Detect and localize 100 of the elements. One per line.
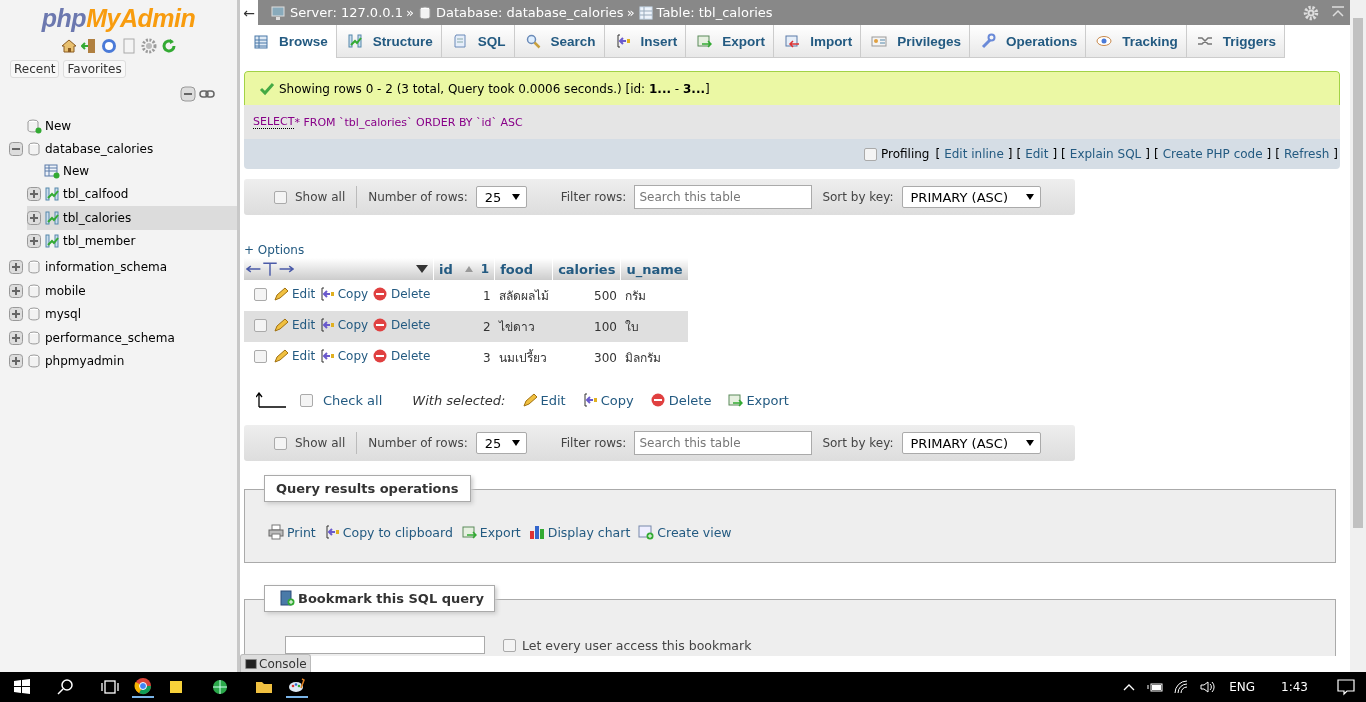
breadcrumb-link[interactable]: Database: database_calories <box>435 5 624 20</box>
tab[interactable]: Insert <box>604 25 687 58</box>
filter-field[interactable]: Search this table <box>634 185 813 209</box>
sql-keyword-link[interactable]: SELECT <box>253 115 295 129</box>
options-link[interactable]: + Options <box>244 243 305 257</box>
copy-icon <box>581 392 598 408</box>
tab[interactable]: SQL <box>441 25 515 58</box>
checkbox[interactable] <box>863 147 877 161</box>
rows-select[interactable]: 25 <box>475 432 527 454</box>
tab[interactable]: Privileges <box>861 25 970 58</box>
filter-field[interactable]: Search this table <box>634 431 813 455</box>
sidebar-button[interactable]: Recent <box>10 60 60 78</box>
link[interactable]: Explain SQL <box>1069 147 1142 161</box>
expand-icon[interactable] <box>9 330 23 345</box>
delete-icon <box>649 392 666 408</box>
collapse-icon[interactable] <box>9 142 23 157</box>
row-action-link[interactable]: Delete <box>371 348 431 364</box>
dropdown-icon[interactable] <box>416 265 428 273</box>
row-action-link[interactable]: Copy <box>318 348 369 364</box>
logo[interactable]: phpMyAdmin <box>41 4 196 32</box>
tree-item[interactable]: tbl_calfood <box>63 187 129 202</box>
tab[interactable]: Triggers <box>1186 25 1285 58</box>
tab[interactable]: Tracking <box>1086 25 1187 58</box>
sidebar-button[interactable]: Favorites <box>63 60 126 78</box>
expand-icon[interactable] <box>9 283 23 298</box>
settings-icon[interactable] <box>140 38 157 54</box>
rows-select[interactable]: 25 <box>475 186 527 208</box>
row-action-link[interactable]: Edit <box>272 348 316 364</box>
console-tab[interactable]: Console <box>240 654 311 672</box>
scrollbar[interactable] <box>1350 0 1366 672</box>
checkbox[interactable] <box>254 318 267 332</box>
column-header[interactable]: calories <box>552 258 621 280</box>
link[interactable]: Create PHP code <box>1162 147 1263 161</box>
expand-icon[interactable] <box>9 307 23 322</box>
palette-icon[interactable] <box>286 676 308 698</box>
link[interactable]: Edit inline <box>944 147 1004 161</box>
operation-link[interactable]: Create view <box>638 524 732 540</box>
row-action-link[interactable]: Copy <box>318 286 369 302</box>
speaker-icon[interactable] <box>1199 679 1216 695</box>
tree-item[interactable]: New <box>45 118 72 133</box>
expand-icon[interactable] <box>27 187 41 202</box>
tree-item[interactable]: phpmyadmin <box>45 354 125 369</box>
tree-item[interactable]: New <box>63 163 90 178</box>
bulk-action-button[interactable]: Edit <box>521 392 566 408</box>
checkbox[interactable] <box>254 287 267 301</box>
language-indicator[interactable]: ENG <box>1229 680 1256 694</box>
tree-item[interactable]: performance_schema <box>45 330 175 345</box>
bulk-action-button[interactable]: Export <box>727 392 789 408</box>
expand-icon[interactable] <box>27 234 41 249</box>
collapse-icon[interactable] <box>180 86 196 102</box>
breadcrumb-link[interactable]: Table: tbl_calories <box>656 5 773 20</box>
breadcrumb-link[interactable]: Server: 127.0.0.1 <box>290 5 403 20</box>
bookmark-label-field[interactable] <box>285 636 485 654</box>
column-arrows-icon[interactable] <box>246 261 294 277</box>
copy-icon <box>323 524 340 540</box>
tab[interactable]: Search <box>514 25 605 58</box>
tree-item[interactable]: information_schema <box>45 260 168 274</box>
operation-link[interactable]: Print <box>268 524 316 540</box>
tree-item[interactable]: mysql <box>45 307 81 322</box>
link[interactable]: Edit <box>1025 147 1049 161</box>
clock[interactable]: 1:43 <box>1281 680 1308 694</box>
column-header[interactable]: id 1 <box>433 258 495 280</box>
row-action-link[interactable]: Edit <box>272 286 316 302</box>
tab[interactable]: Operations <box>969 25 1087 58</box>
sort-label: Sort by key: <box>822 436 894 450</box>
column-header[interactable]: u_name <box>620 258 689 280</box>
check-all-link[interactable]: Check all <box>323 392 383 408</box>
reload-icon[interactable] <box>160 38 177 54</box>
back-button[interactable]: ← <box>240 0 258 25</box>
checkbox[interactable] <box>503 638 516 652</box>
expand-icon[interactable] <box>9 260 23 274</box>
checkbox[interactable] <box>254 349 267 363</box>
browser-icon[interactable] <box>132 676 154 698</box>
tree-item[interactable]: database_calories <box>45 142 154 157</box>
bulk-action-button[interactable]: Delete <box>649 392 712 408</box>
operation-link[interactable]: Export <box>460 524 521 540</box>
checkbox[interactable] <box>274 190 287 204</box>
expand-icon[interactable] <box>27 210 41 225</box>
checkbox[interactable] <box>300 393 313 407</box>
bulk-action-button[interactable]: Copy <box>581 392 634 408</box>
logout-icon[interactable] <box>80 38 97 54</box>
tree-item[interactable]: mobile <box>45 283 86 298</box>
expand-icon[interactable] <box>9 354 23 369</box>
sort-select[interactable]: PRIMARY (ASC) <box>901 432 1041 454</box>
help-icon[interactable] <box>100 38 117 54</box>
operation-link[interactable]: Copy to clipboard <box>323 524 453 540</box>
tab[interactable]: Structure <box>336 25 442 58</box>
home-icon[interactable] <box>60 38 77 54</box>
operation-link[interactable]: Display chart <box>528 524 631 540</box>
tab[interactable]: Export <box>686 25 775 58</box>
row-action-link[interactable]: Delete <box>371 286 431 302</box>
notification-icon[interactable] <box>1336 677 1356 697</box>
sql-query: SELECT* FROM `tbl_calories` ORDER BY `id` ASC <box>244 105 1340 139</box>
sort-select[interactable]: PRIMARY (ASC) <box>901 186 1041 208</box>
tab[interactable]: Import <box>774 25 862 58</box>
column-header[interactable]: food <box>494 258 553 280</box>
link[interactable]: Refresh <box>1284 147 1330 161</box>
checkbox[interactable] <box>274 436 287 450</box>
wifi-icon[interactable] <box>1173 679 1190 695</box>
tree-item[interactable]: tbl_member <box>63 234 136 249</box>
